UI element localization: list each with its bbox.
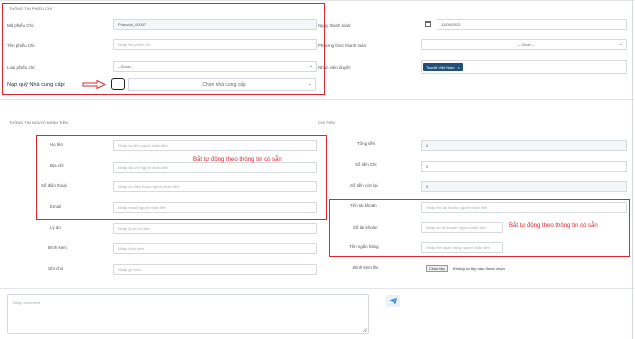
tong-tien-label: Tổng tiền — [357, 141, 376, 146]
chevron-down-icon: ⌄ — [618, 41, 623, 47]
annotation-box-phieu-chi — [2, 3, 325, 95]
section-title-nguoi-nhan: THÔNG TIN NGƯỜI NHẬN TIỀN — [9, 121, 69, 125]
tong-tien-value: 0 — [426, 143, 429, 148]
section-title-chi-tien: CHI TIỀN — [318, 121, 335, 125]
ngay-thanh-toan-label: Ngày thanh toán: — [318, 23, 352, 28]
file-status-text: Không có tệp nào được chọn — [453, 266, 505, 271]
ghi-chu-placeholder: Nhập ghi chú — [118, 267, 141, 272]
tong-tien-input[interactable]: 0 — [421, 140, 627, 151]
dinh-kem-placeholder: Nhập đính kèm — [118, 246, 145, 251]
nhan-vien-duyet-label: Nhân viên duyệt: — [318, 65, 351, 70]
annotation-auto-fill-left: Bắt tự động theo thông tin có sẵn — [193, 157, 282, 163]
pttt-label: Phương thức thanh toán: — [318, 43, 368, 48]
annotation-auto-fill-right: Bắt tự động theo thông tin có sẵn — [509, 223, 598, 229]
dinh-kem-label: Đính kèm — [48, 245, 67, 250]
ghi-chu-input[interactable]: Nhập ghi chú — [113, 264, 317, 275]
ghi-chu-label: Ghi chú — [48, 266, 64, 271]
dinh-kem-input[interactable]: Nhập đính kèm — [113, 243, 317, 254]
ly-do-input[interactable]: Nhập lý do chi tiền — [113, 223, 317, 234]
bottom-divider — [0, 288, 635, 289]
ly-do-label: Lý do — [50, 225, 61, 230]
send-comment-button[interactable] — [386, 295, 400, 307]
comment-placeholder: Nhập comment — [13, 300, 41, 305]
ly-do-placeholder: Nhập lý do chi tiền — [118, 226, 151, 231]
so-tien-chi-input[interactable]: 0 — [421, 161, 627, 172]
comment-textarea[interactable]: Nhập comment — [7, 294, 369, 334]
annotation-box-nguoi-nhan — [36, 135, 327, 220]
ngay-thanh-toan-value: 12/09/2023 — [441, 22, 461, 27]
nhan-vien-tag[interactable]: Tourkit Việt Nam × — [423, 63, 463, 71]
dinh-kem-file-label: Đính kèm file — [353, 265, 379, 270]
so-tien-chi-label: Số tiền Chi — [355, 162, 377, 167]
so-tien-con-lai-value: 0 — [426, 184, 429, 189]
close-icon[interactable]: × — [457, 65, 459, 70]
resize-handle-icon[interactable] — [362, 327, 367, 332]
pttt-value: -- Chọn -- — [517, 42, 535, 47]
nhan-vien-tag-label: Tourkit Việt Nam — [426, 64, 455, 70]
send-icon — [389, 297, 398, 305]
top-divider — [0, 0, 635, 1]
so-tien-con-lai-label: Số tiền còn lại — [350, 183, 378, 188]
pttt-select[interactable]: -- Chọn -- ⌄ — [421, 39, 627, 50]
right-edge-border — [632, 0, 633, 339]
choose-file-button[interactable]: Chọn tệp — [426, 265, 448, 272]
so-tien-chi-value: 0 — [426, 164, 429, 169]
so-tien-con-lai-input[interactable]: 0 — [421, 181, 627, 192]
ngay-thanh-toan-input[interactable]: 12/09/2023 — [437, 19, 627, 30]
section-divider — [0, 99, 635, 100]
